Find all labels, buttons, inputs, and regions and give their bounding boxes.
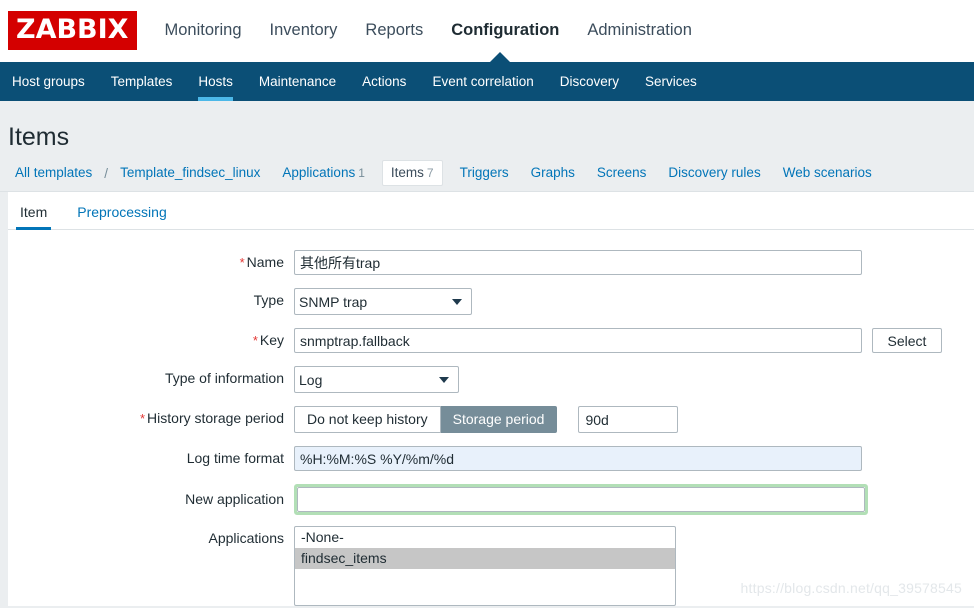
tab-preprocessing[interactable]: Preprocessing [73, 204, 171, 229]
breadcrumb-all-templates[interactable]: All templates [8, 161, 103, 185]
main-navigation: Monitoring Inventory Reports Configurati… [165, 17, 692, 44]
type-of-information-select-wrapper: Log [294, 366, 459, 393]
form-row-type: Type SNMP trap [8, 288, 974, 315]
zabbix-logo[interactable]: ZABBIX [8, 11, 137, 50]
form-row-new-application: New application [8, 484, 974, 515]
object-tab-graphs[interactable]: Graphs [520, 161, 586, 185]
item-form: *Name Type SNMP trap [8, 230, 974, 606]
top-header: ZABBIX Monitoring Inventory Reports Conf… [0, 0, 974, 62]
object-tab-triggers[interactable]: Triggers [449, 161, 520, 185]
label-new-application: New application [185, 491, 284, 507]
form-row-type-of-information: Type of information Log [8, 366, 974, 393]
label-history-storage-period-text: History storage period [147, 410, 284, 426]
form-row-key: *Key Select [8, 328, 974, 353]
tab-item[interactable]: Item [16, 204, 52, 230]
sub-nav-discovery[interactable]: Discovery [560, 62, 619, 101]
log-time-format-input[interactable] [294, 446, 862, 471]
label-type-of-information: Type of information [164, 370, 284, 386]
form-tab-bar: Item Preprocessing [8, 192, 974, 230]
label-name-text: Name [246, 254, 284, 270]
form-row-history-storage-period: * History storage period Do not keep hist… [8, 406, 974, 433]
page-title: Items [8, 123, 70, 151]
required-marker-key: * [252, 333, 258, 348]
name-input[interactable] [294, 250, 862, 275]
label-history-storage-period: * History storage period [8, 406, 294, 431]
history-option-storage-period[interactable]: Storage period [440, 406, 558, 433]
new-application-input[interactable] [297, 487, 865, 512]
control-type-of-information: Log [294, 366, 459, 393]
control-applications: -None- findsec_items [294, 526, 676, 606]
control-history-storage-period: Do not keep history Storage period [294, 406, 679, 433]
type-select-wrapper: SNMP trap [294, 288, 472, 315]
object-tab-screens[interactable]: Screens [586, 161, 658, 185]
sub-nav-services[interactable]: Services [645, 62, 697, 101]
applications-listbox[interactable]: -None- findsec_items [294, 526, 676, 606]
form-row-name: * Name [8, 250, 974, 275]
form-row-log-time-format: Log time format [8, 446, 974, 471]
required-marker-history: * [139, 411, 146, 426]
label-name: * Name [8, 250, 294, 275]
label-type: Type [253, 292, 284, 308]
sub-navigation: Host groups Templates Hosts Maintenance … [0, 52, 974, 101]
object-tab-discovery-rules[interactable]: Discovery rules [657, 161, 771, 185]
sub-nav-templates[interactable]: Templates [111, 62, 173, 101]
main-nav-administration[interactable]: Administration [587, 17, 692, 44]
object-tab-applications-count: 1 [358, 166, 365, 180]
applications-option-none[interactable]: -None- [295, 527, 675, 548]
sub-nav-hosts[interactable]: Hosts [198, 62, 233, 101]
label-applications: Applications [208, 530, 285, 546]
label-key-text: Key [259, 332, 284, 348]
key-input[interactable] [294, 328, 862, 353]
control-key: Select [294, 328, 942, 353]
history-storage-period-input[interactable] [578, 406, 679, 433]
object-tab-applications[interactable]: Applications 1 [271, 161, 375, 185]
main-nav-inventory[interactable]: Inventory [270, 17, 338, 44]
breadcrumb: All templates / Template_findsec_linux A… [0, 155, 974, 192]
type-select[interactable]: SNMP trap [294, 288, 472, 315]
sub-nav-actions[interactable]: Actions [362, 62, 406, 101]
object-tab-web-scenarios[interactable]: Web scenarios [772, 161, 883, 185]
object-tab-items-count: 7 [426, 166, 434, 180]
watermark: https://blog.csdn.net/qq_39578545 [740, 580, 962, 596]
main-nav-configuration[interactable]: Configuration [451, 17, 559, 44]
object-tab-items[interactable]: Items 7 [381, 160, 443, 186]
sub-nav-host-groups[interactable]: Host groups [12, 62, 85, 101]
app-window: ZABBIX Monitoring Inventory Reports Conf… [0, 0, 974, 608]
item-form-panel: Item Preprocessing *Name Type SNMP trap [8, 192, 974, 606]
object-tab-applications-label: Applications [282, 165, 356, 180]
type-of-information-select[interactable]: Log [294, 366, 459, 393]
sub-nav-event-correlation[interactable]: Event correlation [432, 62, 533, 101]
main-nav-monitoring[interactable]: Monitoring [165, 17, 242, 44]
control-log-time-format [294, 446, 862, 471]
object-tab-items-label: Items [390, 165, 424, 180]
key-select-button[interactable]: Select [872, 328, 942, 353]
sub-nav-maintenance[interactable]: Maintenance [259, 62, 336, 101]
new-application-highlight [294, 484, 868, 515]
label-key: * Key [8, 328, 294, 353]
breadcrumb-template-name[interactable]: Template_findsec_linux [109, 161, 271, 185]
applications-option-findsec-items[interactable]: findsec_items [295, 548, 675, 569]
control-new-application [294, 484, 868, 515]
control-type: SNMP trap [294, 288, 472, 315]
control-name [294, 250, 862, 275]
history-option-do-not-keep[interactable]: Do not keep history [294, 406, 441, 433]
label-log-time-format: Log time format [186, 450, 284, 466]
required-marker-name: * [239, 255, 245, 270]
main-nav-reports[interactable]: Reports [365, 17, 423, 44]
history-mode-segmented-control: Do not keep history Storage period [294, 406, 558, 433]
